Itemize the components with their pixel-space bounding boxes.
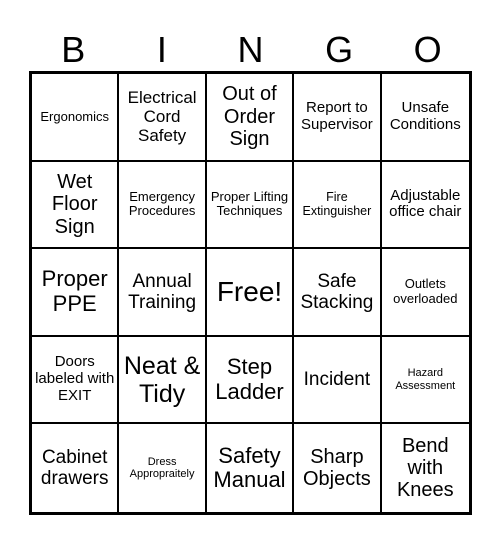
bingo-cell: Ergonomics — [32, 74, 120, 162]
header-letter-o: O — [413, 29, 442, 70]
header-letter-n: N — [237, 29, 264, 70]
bingo-cell: Fire Extinguisher — [294, 161, 382, 250]
bingo-cell: Hazard Assessment — [381, 337, 469, 425]
bingo-cell: Neat & Tidy — [119, 336, 207, 425]
bingo-cell: Proper Lifting Techniques — [206, 161, 295, 250]
bingo-cell: Out of Order Sign — [206, 74, 295, 162]
bingo-cell: Outlets overloaded — [381, 249, 469, 337]
header-letter-i: I — [156, 29, 167, 70]
bingo-cell: Dress Appropraitely — [119, 424, 207, 512]
bingo-cell: Doors labeled with EXIT — [32, 336, 120, 425]
bingo-cell: Safety Manual — [207, 424, 295, 512]
header-letter-b: B — [61, 29, 86, 70]
bingo-cell: Safe Stacking — [294, 249, 382, 337]
bingo-header: B I N G O — [29, 28, 472, 72]
bingo-cell: Bend with Knees — [396, 434, 454, 502]
bingo-cell: Adjustable office chair — [381, 162, 469, 250]
bingo-grid: Ergonomics Electrical Cord Safety Out of… — [29, 71, 472, 515]
bingo-cell: Proper PPE — [32, 249, 120, 337]
bingo-cell: Unsafe Conditions — [381, 74, 469, 162]
bingo-cell: Report to Supervisor — [294, 74, 382, 162]
header-letter-g: G — [325, 29, 354, 70]
bingo-cell: Annual Training — [119, 249, 207, 337]
bingo-cell: Step Ladder — [206, 336, 295, 425]
bingo-cell: Incident — [294, 336, 382, 425]
bingo-cell: Cabinet drawers — [32, 424, 120, 512]
bingo-cell: Sharp Objects — [294, 424, 382, 512]
bingo-cell: Wet Floor Sign — [32, 161, 120, 250]
free-space-cell: Free! — [206, 249, 295, 337]
bingo-cell: Electrical Cord Safety — [119, 74, 207, 162]
bingo-cell: Emergency Procedures — [119, 161, 207, 250]
